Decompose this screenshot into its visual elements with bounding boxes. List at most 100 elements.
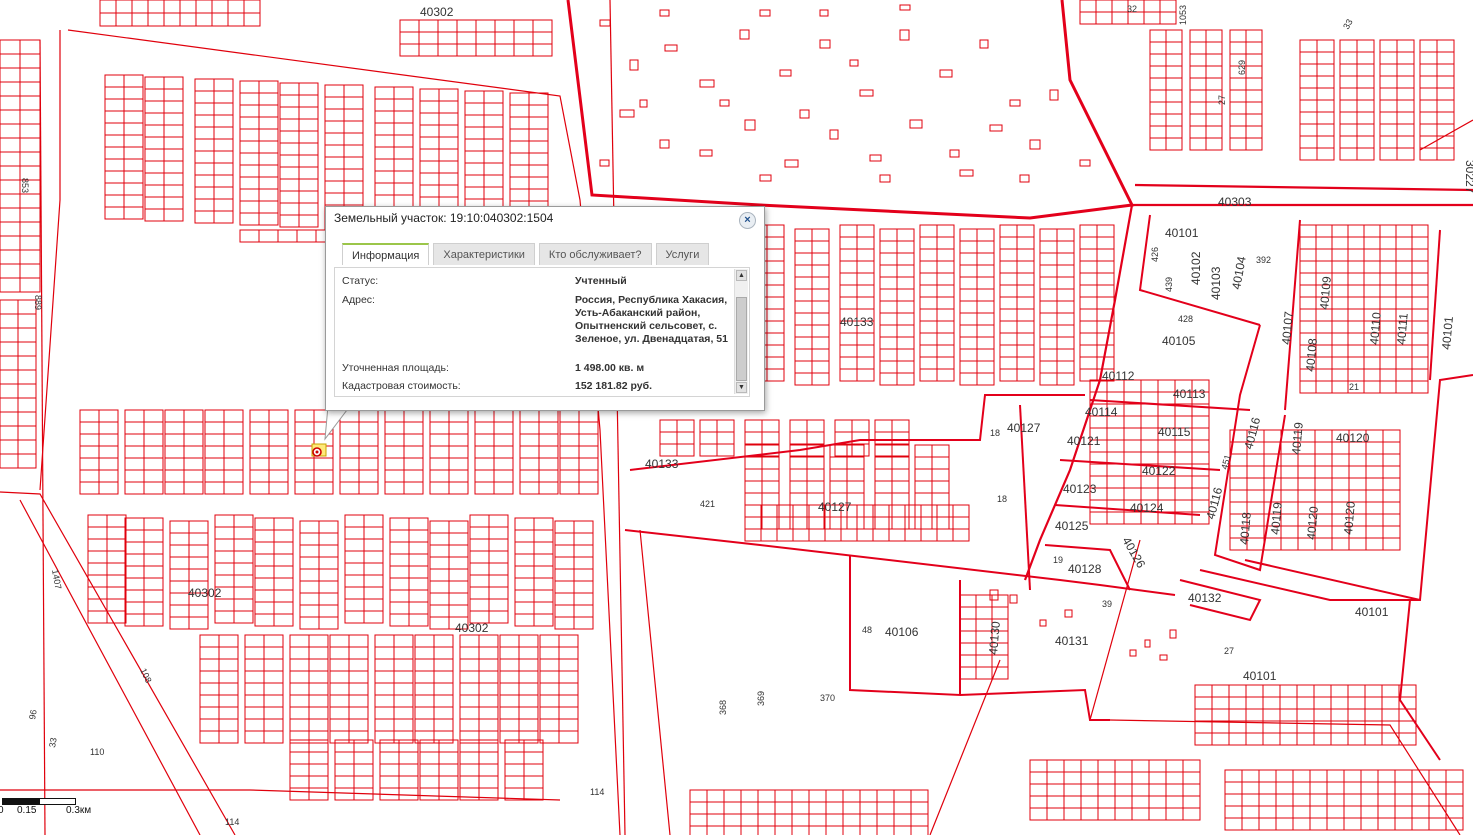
parcel-block[interactable] bbox=[1039, 228, 1075, 386]
parcel-block[interactable] bbox=[1299, 39, 1335, 161]
parcel-block[interactable] bbox=[1379, 39, 1415, 161]
selected-parcel-marker[interactable] bbox=[311, 443, 327, 457]
parcel-block[interactable] bbox=[379, 739, 419, 801]
parcel-block[interactable] bbox=[879, 228, 915, 386]
parcel-block[interactable] bbox=[199, 634, 239, 744]
parcel-block[interactable] bbox=[999, 224, 1035, 382]
parcel-block[interactable] bbox=[1189, 29, 1223, 151]
label-40115: 40115 bbox=[1158, 425, 1191, 439]
building bbox=[989, 124, 1003, 132]
parcel-block[interactable] bbox=[499, 634, 539, 744]
parcel-block[interactable] bbox=[169, 520, 209, 630]
building bbox=[899, 4, 911, 11]
parcel-block[interactable] bbox=[289, 634, 329, 744]
parcel-block[interactable] bbox=[1339, 39, 1375, 161]
parcel-block[interactable] bbox=[1419, 39, 1455, 161]
parcel-block[interactable] bbox=[794, 228, 830, 386]
parcel-block[interactable] bbox=[0, 39, 41, 293]
tab-who-serves[interactable]: Кто обслуживает? bbox=[538, 243, 652, 265]
close-icon[interactable]: × bbox=[739, 212, 756, 229]
parcel-block[interactable] bbox=[249, 409, 289, 495]
scroll-thumb[interactable] bbox=[736, 297, 747, 381]
parcel-block[interactable] bbox=[399, 19, 553, 57]
parcel-block[interactable] bbox=[204, 409, 244, 495]
parcel-block[interactable] bbox=[0, 299, 37, 469]
label-40102: 40102 bbox=[1189, 251, 1203, 285]
building bbox=[959, 169, 974, 177]
parcel-block[interactable] bbox=[124, 517, 164, 627]
parcel-block[interactable] bbox=[214, 514, 254, 624]
scroll-down-icon[interactable]: ▼ bbox=[736, 382, 747, 393]
scale-segment-dark bbox=[2, 798, 40, 805]
tab-services[interactable]: Услуги bbox=[655, 243, 710, 265]
building bbox=[1129, 649, 1137, 657]
parcel-block[interactable] bbox=[829, 444, 865, 530]
tab-characteristics[interactable]: Характеристики bbox=[433, 243, 535, 265]
parcel-block[interactable] bbox=[919, 224, 955, 382]
parcel-block[interactable] bbox=[539, 634, 579, 744]
parcel-block[interactable] bbox=[1079, 224, 1115, 382]
label-40120-b: 40120 bbox=[1304, 505, 1321, 540]
parcel-block[interactable] bbox=[699, 419, 735, 457]
parcel-block[interactable] bbox=[194, 78, 234, 224]
parcel-block[interactable] bbox=[429, 409, 469, 495]
parcel-block[interactable] bbox=[659, 419, 695, 457]
parcel-block[interactable] bbox=[459, 739, 499, 801]
parcel-block[interactable] bbox=[99, 0, 261, 27]
parcel-block[interactable] bbox=[329, 634, 369, 744]
parcel-grid[interactable] bbox=[0, 0, 1464, 835]
label-40124: 40124 bbox=[1130, 501, 1164, 515]
parcel-block[interactable] bbox=[279, 82, 319, 228]
parcel-block[interactable] bbox=[744, 444, 780, 530]
scroll-up-icon[interactable]: ▲ bbox=[736, 270, 747, 281]
parcel-block[interactable] bbox=[79, 409, 119, 495]
parcel-block[interactable] bbox=[389, 517, 429, 627]
parcel-block[interactable] bbox=[244, 634, 284, 744]
num-27b: 27 bbox=[1217, 95, 1227, 105]
parcel-block[interactable] bbox=[164, 409, 204, 495]
parcel-block[interactable] bbox=[504, 739, 544, 801]
parcel-block[interactable] bbox=[789, 444, 825, 530]
building bbox=[719, 99, 730, 107]
label-40302-mid: 40302 bbox=[188, 586, 222, 600]
parcel-block[interactable] bbox=[414, 634, 454, 744]
parcel-block[interactable] bbox=[334, 739, 374, 801]
parcel-block[interactable] bbox=[239, 80, 279, 226]
parcel-block[interactable] bbox=[959, 228, 995, 386]
parcel-block[interactable] bbox=[1029, 759, 1201, 821]
parcel-block[interactable] bbox=[374, 634, 414, 744]
parcel-block[interactable] bbox=[519, 409, 559, 495]
building bbox=[899, 29, 910, 41]
parcel-block[interactable] bbox=[254, 517, 294, 627]
parcel-block[interactable] bbox=[124, 409, 164, 495]
parcel-block[interactable] bbox=[1224, 769, 1464, 831]
parcel-block[interactable] bbox=[299, 520, 339, 630]
parcel-block[interactable] bbox=[1194, 684, 1417, 746]
building bbox=[784, 159, 799, 168]
parcel-block[interactable] bbox=[554, 520, 594, 630]
parcel-block[interactable] bbox=[344, 514, 384, 624]
parcel-block[interactable] bbox=[87, 514, 127, 624]
parcel-block[interactable] bbox=[1229, 29, 1263, 151]
parcel-block[interactable] bbox=[104, 74, 144, 220]
parcel-block[interactable] bbox=[839, 224, 875, 382]
parcel-block[interactable] bbox=[874, 444, 910, 530]
tab-information[interactable]: Информация bbox=[342, 243, 430, 265]
parcel-block[interactable] bbox=[689, 789, 929, 835]
building bbox=[759, 9, 771, 17]
parcel-block[interactable] bbox=[559, 409, 599, 495]
cadastral-map[interactable]: 40302 40302 40302 40133 40133 40127 4012… bbox=[0, 0, 1473, 835]
parcel-block[interactable] bbox=[429, 520, 469, 630]
parcel-block[interactable] bbox=[459, 634, 499, 744]
parcel-block[interactable] bbox=[419, 739, 459, 801]
label-40101-c: 40101 bbox=[1243, 669, 1277, 683]
parcel-block[interactable] bbox=[514, 517, 554, 627]
panel-scrollbar[interactable]: ▲ ▼ bbox=[734, 269, 748, 394]
parcel-block[interactable] bbox=[474, 409, 514, 495]
parcel-block[interactable] bbox=[469, 514, 509, 624]
parcel-block[interactable] bbox=[1149, 29, 1183, 151]
label-40128: 40128 bbox=[1068, 562, 1102, 576]
parcel-block[interactable] bbox=[914, 444, 950, 530]
parcel-block[interactable] bbox=[384, 409, 424, 495]
parcel-block[interactable] bbox=[144, 76, 184, 222]
